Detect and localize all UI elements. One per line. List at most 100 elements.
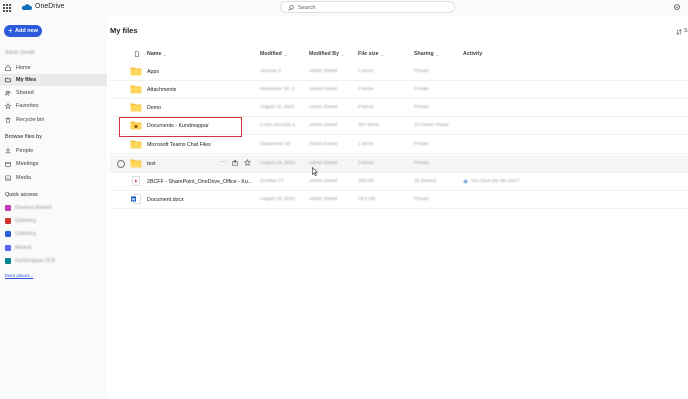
sharing-cell[interactable]: Private	[414, 161, 460, 166]
modified-cell: September 15	[260, 142, 291, 147]
column-sharing[interactable]: Sharing ⌄	[414, 48, 439, 60]
sharing-cell[interactable]: Private	[414, 142, 460, 147]
modified-cell: January 4	[260, 69, 282, 74]
sidebar-item-shared[interactable]: Shared	[0, 87, 107, 99]
sidebar-item-home[interactable]: Home	[0, 62, 107, 74]
sharing-cell[interactable]: 18 Shared	[414, 179, 460, 184]
browse-heading: Browse files by	[5, 134, 42, 140]
site-icon	[5, 218, 11, 224]
page-title: My files	[110, 26, 138, 35]
quick-access-label: Randers Marketi	[15, 205, 52, 211]
file-name[interactable]: test	[147, 161, 156, 167]
quick-access-item[interactable]: Randers Marketi	[0, 202, 107, 214]
quick-access-item[interactable]: Kundmappar OLB	[0, 255, 107, 267]
quick-access-item[interactable]: Göteborg	[0, 215, 107, 227]
sidebar-item-favorites[interactable]: Favorites	[0, 100, 107, 112]
sidebar-item-my-files[interactable]: My files	[0, 74, 107, 86]
folder-icon	[5, 77, 11, 83]
sharing-cell[interactable]: Private	[414, 69, 460, 74]
modified-by-cell: Admin Dewitt	[309, 87, 338, 92]
activity-icon	[463, 179, 468, 184]
modified-by-cell: Admin Dewitt	[309, 197, 338, 202]
word-file-icon: W	[131, 194, 141, 204]
share-icon[interactable]	[232, 160, 238, 166]
chevron-down-icon: ⌄	[341, 51, 345, 57]
add-new-button[interactable]: + Add new	[4, 25, 42, 37]
row-select-checkbox[interactable]	[117, 160, 125, 168]
sidebar: + Add new Admin Dewitt Home My files Sha…	[0, 16, 107, 399]
file-size-cell: 3 items	[358, 161, 374, 166]
sidebar-item-meetings[interactable]: Meetings	[0, 158, 107, 170]
video-file-icon	[132, 176, 140, 186]
column-activity[interactable]: Activity	[463, 48, 482, 60]
quick-access-item[interactable]: Marketi	[0, 242, 107, 254]
people-icon	[5, 90, 11, 96]
sharing-cell[interactable]: Private	[414, 87, 460, 92]
star-icon	[5, 103, 11, 109]
sidebar-item-media[interactable]: Media	[0, 172, 107, 184]
column-modified-by[interactable]: Modified By ⌄	[309, 48, 344, 60]
sort-label[interactable]: S	[684, 28, 688, 34]
folder-icon	[130, 140, 142, 149]
more-actions-icon[interactable]: ···	[220, 159, 228, 165]
file-name[interactable]: Document.docx	[147, 197, 184, 203]
modified-by-cell: Admin Dewitt	[309, 161, 338, 166]
search-input[interactable]: Search	[298, 5, 315, 11]
file-size-cell: 258 KB	[358, 179, 374, 184]
modified-cell: August 19, 2022	[260, 197, 295, 202]
settings-icon[interactable]	[673, 3, 681, 11]
site-icon	[5, 245, 11, 251]
sharing-cell[interactable]: Private	[414, 105, 460, 110]
column-modified[interactable]: Modified ⌄	[260, 48, 287, 60]
table-row[interactable]: Apps January 4 Admin Dewitt 1 items Private	[110, 63, 688, 81]
plus-icon: +	[8, 26, 13, 35]
file-name[interactable]: Attachments	[147, 87, 176, 93]
person-icon	[5, 148, 11, 154]
sidebar-item-recycle-bin[interactable]: Recycle bin	[0, 114, 107, 126]
quick-access-label: Kundmappar OLB	[15, 258, 56, 264]
table-row[interactable]: test ··· August 19, 2022 Admin Dewitt 3 item…	[110, 155, 688, 173]
file-name[interactable]: 2BCFF - SharePoint_OneDrive_Office - Ku.…	[147, 179, 252, 185]
sharing-cell[interactable]: Private	[414, 197, 460, 202]
site-icon	[5, 258, 11, 264]
sharing-cell[interactable]: 13 Owner Readi	[414, 123, 460, 128]
modified-cell: August 19, 2022	[260, 161, 295, 166]
app-launcher-icon[interactable]	[3, 4, 11, 12]
more-places-link[interactable]: More places...	[5, 273, 33, 278]
file-size-cell: 1 items	[358, 142, 374, 147]
folder-icon	[130, 103, 142, 112]
file-name[interactable]: Demo	[147, 105, 161, 111]
modified-by-cell: Admin Dewitt	[309, 105, 338, 110]
quick-access-label: Marketi	[15, 245, 32, 251]
file-name[interactable]: Microsoft Teams Chat Files	[147, 142, 211, 148]
activity-cell: You have the file 10/17	[471, 179, 520, 184]
folder-icon	[130, 85, 142, 94]
quick-access-label: Göteborg	[15, 218, 36, 224]
quick-access-item[interactable]: Göteborg	[0, 228, 107, 240]
table-row[interactable]: Microsoft Teams Chat Files September 15 Ad…	[110, 136, 688, 154]
file-type-icon[interactable]	[134, 51, 140, 57]
top-bar: OneDrive Search	[0, 0, 688, 16]
favorite-star-icon[interactable]	[244, 159, 251, 166]
chevron-down-icon: ⌄	[163, 51, 167, 57]
column-file-size[interactable]: File size ⌄	[358, 48, 384, 60]
sidebar-item-people[interactable]: People	[0, 145, 107, 157]
modified-cell: August 11, 2022	[260, 105, 295, 110]
quick-access-label: Göteborg	[15, 231, 36, 237]
highlight-box	[119, 117, 242, 137]
sort-icon[interactable]	[676, 29, 682, 35]
table-row[interactable]: Attachments November 16, 2 Admin Dewitt 3 i…	[110, 81, 688, 99]
table-row[interactable]: W Document.docx August 19, 2022 Admin Dewit…	[110, 191, 688, 209]
sidebar-item-label: Meetings	[16, 161, 39, 167]
file-name[interactable]: Apps	[147, 69, 159, 75]
file-size-cell: 0 items	[358, 105, 374, 110]
folder-icon	[130, 67, 142, 76]
table-row[interactable]: Demo August 11, 2022 Admin Dewitt 0 items Pr…	[110, 99, 688, 117]
file-size-cell: 18.2 KB	[358, 197, 376, 202]
file-size-cell: 1 items	[358, 69, 374, 74]
image-icon	[5, 175, 11, 181]
table-row[interactable]: 2BCFF - SharePoint_OneDrive_Office - Ku.…	[110, 173, 688, 191]
column-name[interactable]: Name ⌄	[147, 48, 167, 60]
quick-access-heading: Quick access	[5, 192, 38, 198]
search-box[interactable]: Search	[280, 1, 455, 13]
